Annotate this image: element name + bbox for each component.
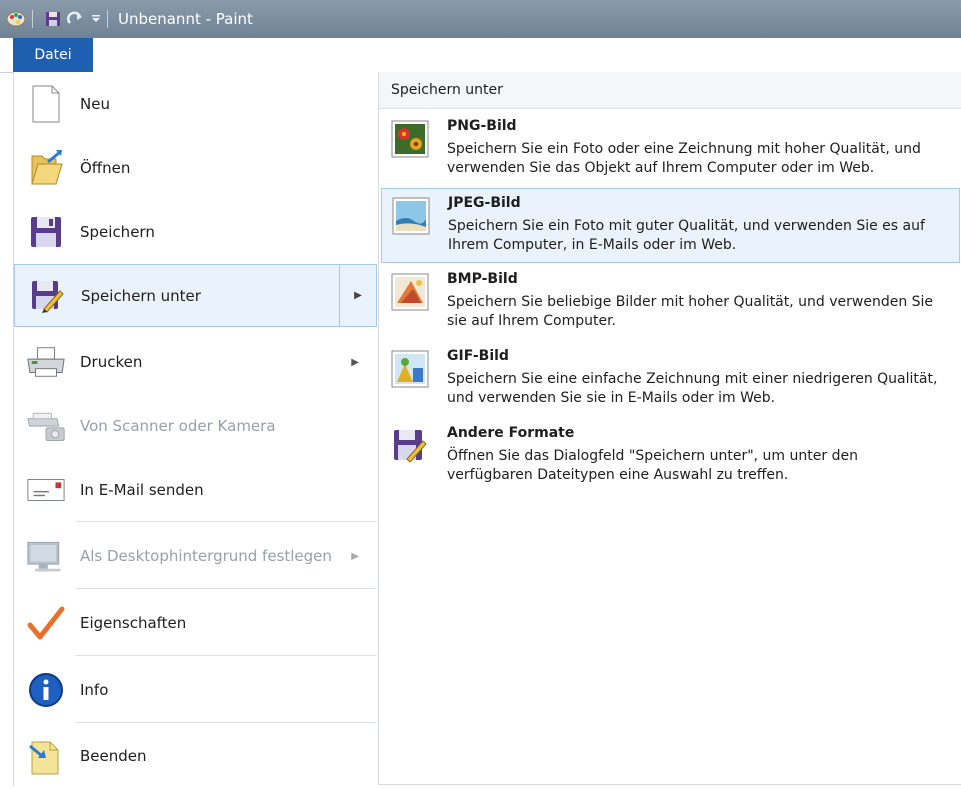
menu-item-label: In E-Mail senden (80, 481, 204, 499)
toolbar-separator (107, 10, 108, 28)
menu-separator (76, 588, 377, 589)
desktop-background-icon (26, 536, 66, 576)
printer-icon (26, 342, 66, 382)
format-description: Speichern Sie eine einfache Zeichnung mi… (447, 371, 938, 406)
redo-icon[interactable] (67, 9, 85, 29)
properties-check-icon (26, 603, 66, 643)
menu-item-scanner-camera[interactable]: Von Scanner oder Kamera (14, 402, 377, 450)
email-icon (26, 470, 66, 510)
menu-item-exit[interactable]: Beenden (14, 732, 377, 780)
gif-image-icon (391, 350, 429, 388)
file-tab[interactable]: Datei (13, 38, 93, 72)
menu-item-open[interactable]: Öffnen (14, 144, 377, 192)
menu-item-save[interactable]: Speichern (14, 208, 377, 256)
menu-item-label: Eigenschaften (80, 614, 187, 632)
window-title: Unbenannt - Paint (118, 10, 253, 28)
format-name: Andere Formate (447, 425, 575, 441)
ribbon-tab-row: Datei (0, 38, 961, 73)
file-menu: Neu Öffnen Speichern Speichern unter ▶ D… (13, 72, 378, 786)
format-description: Speichern Sie ein Foto oder eine Zeichnu… (447, 141, 921, 176)
menu-item-info[interactable]: Info (14, 666, 377, 714)
quick-save-icon[interactable] (45, 9, 61, 29)
submenu-arrow-icon: ▶ (351, 356, 359, 368)
format-option-png[interactable]: PNG-Bild Speichern Sie ein Foto oder ein… (381, 112, 960, 187)
toolbar-separator (32, 10, 33, 28)
format-option-gif[interactable]: GIF-Bild Speichern Sie eine einfache Zei… (381, 342, 960, 417)
menu-item-label: Beenden (80, 747, 147, 765)
format-name: PNG-Bild (447, 118, 517, 134)
menu-item-label: Öffnen (80, 159, 131, 177)
menu-item-label: Von Scanner oder Kamera (80, 417, 276, 435)
submenu-arrow-icon[interactable]: ▶ (339, 265, 376, 326)
menu-item-properties[interactable]: Eigenschaften (14, 599, 377, 647)
exit-icon (26, 736, 66, 776)
other-formats-icon (391, 427, 429, 465)
format-description: Speichern Sie ein Foto mit guter Qualitä… (448, 218, 925, 253)
menu-item-save-as[interactable]: Speichern unter ▶ (14, 264, 377, 327)
panel-header: Speichern unter (379, 72, 961, 109)
save-as-icon (27, 276, 67, 316)
panel-title: Speichern unter (391, 82, 503, 98)
title-bar: Unbenannt - Paint (0, 0, 961, 38)
menu-item-new[interactable]: Neu (14, 80, 377, 128)
info-icon (26, 670, 66, 710)
format-option-jpeg[interactable]: JPEG-Bild Speichern Sie ein Foto mit gut… (381, 188, 960, 263)
open-folder-icon (26, 148, 66, 188)
menu-item-label: Speichern unter (81, 286, 201, 305)
menu-separator (76, 722, 377, 723)
scanner-camera-icon (26, 406, 66, 446)
format-option-other[interactable]: Andere Formate Öffnen Sie das Dialogfeld… (381, 419, 960, 494)
format-name: GIF-Bild (447, 348, 509, 364)
menu-separator (76, 655, 377, 656)
format-name: BMP-Bild (447, 271, 518, 287)
menu-item-label: Neu (80, 95, 110, 113)
customize-toolbar-dropdown-icon[interactable] (91, 9, 101, 29)
format-option-bmp[interactable]: BMP-Bild Speichern Sie beliebige Bilder … (381, 265, 960, 340)
menu-item-label: Info (80, 681, 109, 699)
paint-app-icon[interactable] (6, 9, 26, 29)
jpeg-image-icon (392, 197, 430, 235)
menu-separator (76, 521, 377, 522)
menu-item-print[interactable]: Drucken ▶ (14, 338, 377, 386)
menu-item-label: Drucken (80, 353, 143, 371)
new-document-icon (26, 84, 66, 124)
format-description: Öffnen Sie das Dialogfeld "Speichern unt… (447, 448, 858, 483)
save-as-panel: Speichern unter PNG-Bild Speichern Sie e… (378, 72, 961, 785)
menu-item-label: Als Desktophintergrund festlegen (80, 547, 332, 565)
save-icon (26, 212, 66, 252)
submenu-arrow-icon: ▶ (351, 550, 359, 562)
format-name: JPEG-Bild (448, 195, 521, 211)
bmp-image-icon (391, 273, 429, 311)
png-image-icon (391, 120, 429, 158)
menu-item-label: Speichern (80, 223, 155, 241)
menu-item-desktop-background[interactable]: Als Desktophintergrund festlegen ▶ (14, 532, 377, 580)
menu-item-email[interactable]: In E-Mail senden (14, 466, 377, 514)
format-description: Speichern Sie beliebige Bilder mit hoher… (447, 294, 934, 329)
